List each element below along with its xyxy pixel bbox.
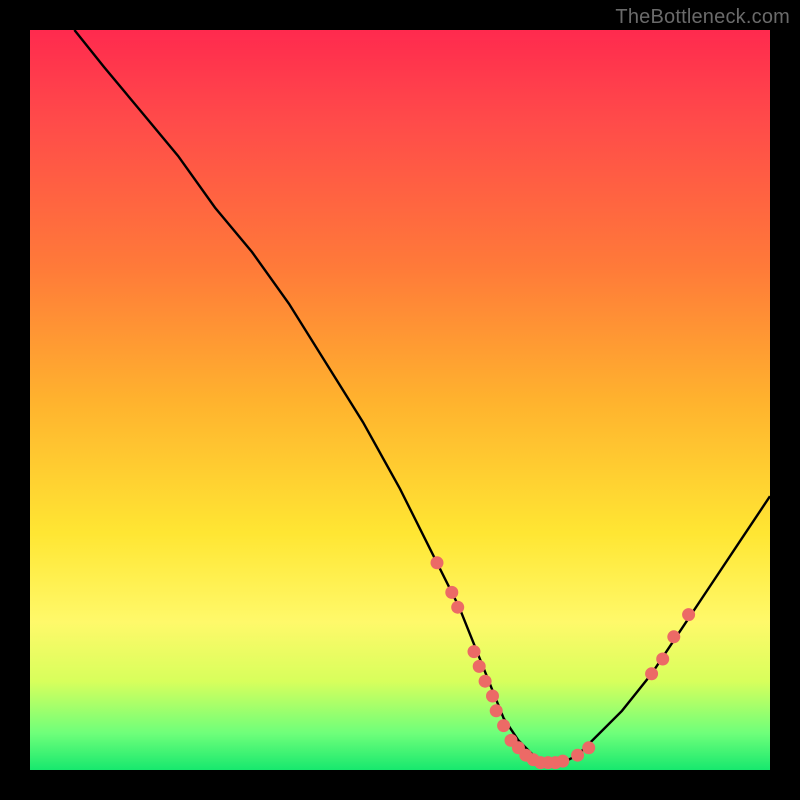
data-marker [473,660,486,673]
data-marker [656,653,669,666]
data-marker [490,704,503,717]
data-marker [645,667,658,680]
data-marker [667,630,680,643]
data-marker [582,741,595,754]
data-marker [571,749,584,762]
data-marker [556,755,569,768]
data-marker [431,556,444,569]
bottleneck-curve [74,30,770,763]
data-markers [431,556,696,769]
data-marker [468,645,481,658]
watermark-text: TheBottleneck.com [615,6,790,29]
chart-svg [30,30,770,770]
data-marker [445,586,458,599]
data-marker [451,601,464,614]
data-marker [479,675,492,688]
data-marker [486,690,499,703]
data-marker [497,719,510,732]
chart-frame [30,30,770,770]
data-marker [682,608,695,621]
